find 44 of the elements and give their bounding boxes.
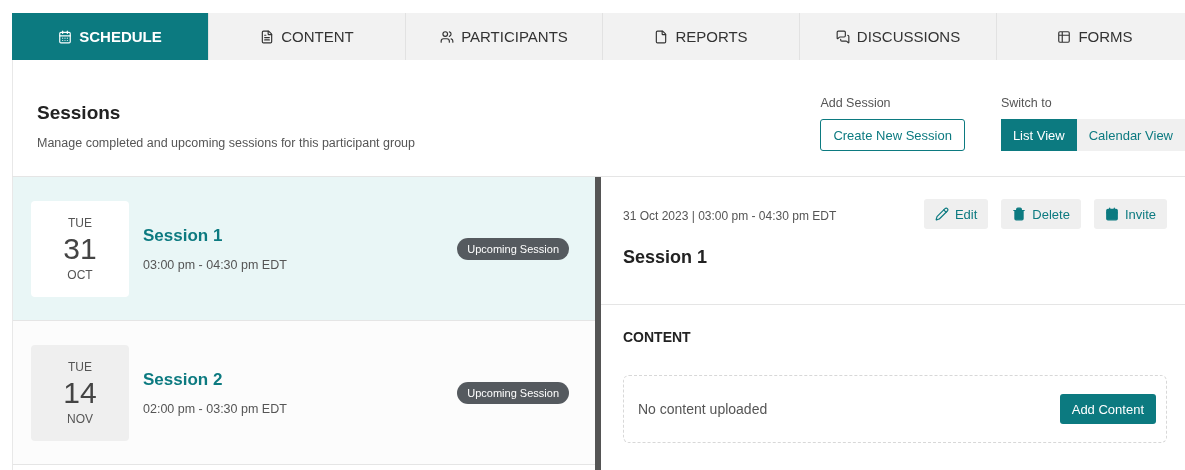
status-badge: Upcoming Session xyxy=(457,237,569,260)
calendar-icon xyxy=(58,29,73,44)
session-title: Session 2 xyxy=(143,369,224,390)
add-session-label: Add Session xyxy=(820,96,892,110)
nav-tab[interactable]: REPORTS xyxy=(603,13,800,60)
page-subtitle: Manage completed and upcoming sessions for this participant group xyxy=(37,136,415,150)
weekday: TUE xyxy=(68,359,92,374)
add-content-button[interactable]: Add Content xyxy=(1059,394,1156,424)
status-badge: Upcoming Session xyxy=(457,381,569,404)
edit-button[interactable]: Edit xyxy=(923,199,989,229)
month: NOV xyxy=(67,411,93,426)
nav-tab[interactable]: DISCUSSIONS xyxy=(800,13,997,60)
detail-title: Session 1 xyxy=(623,247,709,268)
table-icon xyxy=(1057,29,1072,44)
section-heading: CONTENT xyxy=(623,329,692,345)
nav-tab[interactable]: SCHEDULE xyxy=(12,13,209,60)
pencil-icon xyxy=(934,207,949,221)
session-time: 02:00 pm - 03:30 pm EDT xyxy=(143,401,288,416)
month: OCT xyxy=(67,267,93,282)
session-datetime: 31 Oct 2023 | 03:00 pm - 04:30 pm EDT xyxy=(623,209,837,223)
switch-label: Switch to xyxy=(1000,96,1053,110)
invite-button[interactable]: Invite xyxy=(1093,199,1167,229)
empty-message: No content uploaded xyxy=(638,401,768,417)
nav-tab[interactable]: PARTICIPANTS xyxy=(406,13,603,60)
scrollbar[interactable] xyxy=(595,177,601,470)
trash-icon xyxy=(1012,207,1027,221)
users-icon xyxy=(440,29,455,44)
weekday: TUE xyxy=(68,215,92,230)
view-toggle[interactable]: List View xyxy=(1000,119,1077,151)
chat-icon xyxy=(835,29,850,44)
session-row[interactable]: TUE 31 OCT Session 1 03:00 pm - 04:30 pm EDT Upcoming Session xyxy=(13,177,595,321)
page-title: Sessions xyxy=(37,102,122,124)
session-title: Session 1 xyxy=(143,225,224,246)
session-time: 03:00 pm - 04:30 pm EDT xyxy=(143,257,288,272)
day-number: 31 xyxy=(63,231,97,266)
day-number: 14 xyxy=(63,375,97,410)
document-icon xyxy=(260,29,275,44)
create-session-button[interactable]: Create New Session xyxy=(820,119,965,151)
nav-tab[interactable]: FORMS xyxy=(997,13,1185,60)
delete-button[interactable]: Delete xyxy=(1001,199,1081,229)
nav-tab[interactable]: CONTENT xyxy=(209,13,406,60)
file-icon xyxy=(654,29,669,44)
view-toggle[interactable]: Calendar View xyxy=(1076,119,1185,151)
calendar-icon xyxy=(1104,207,1119,221)
